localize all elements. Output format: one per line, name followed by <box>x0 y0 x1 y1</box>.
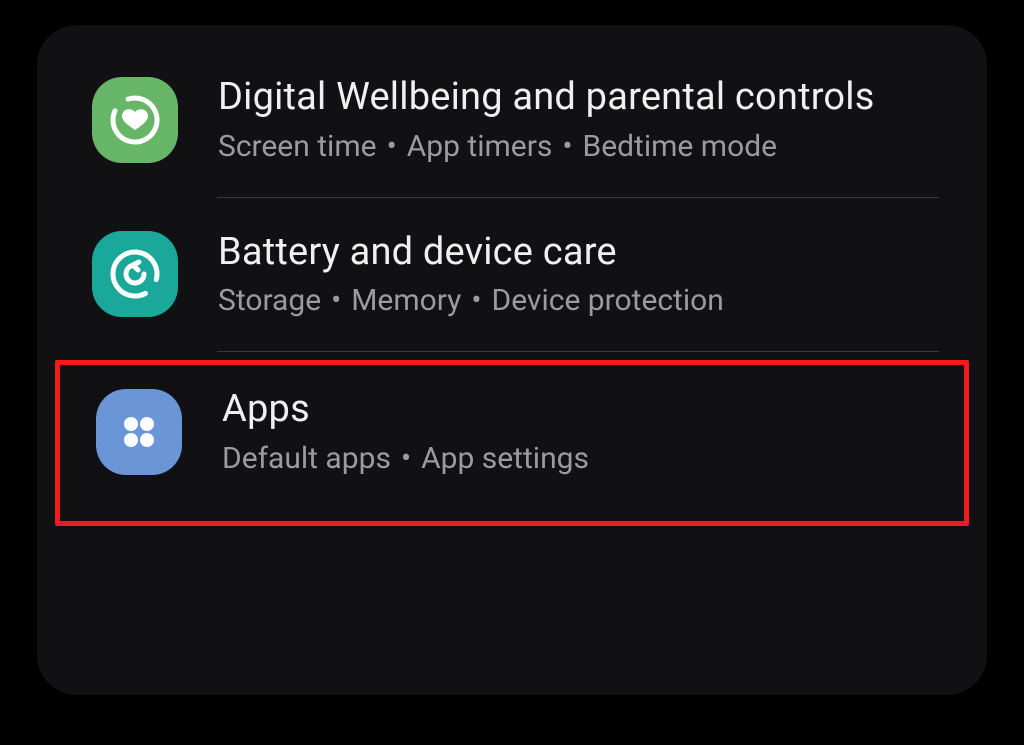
row-subtitle: Screen time•App timers•Bedtime mode <box>218 129 939 165</box>
settings-panel: Digital Wellbeing and parental controls … <box>37 25 987 695</box>
row-title: Digital Wellbeing and parental controls <box>218 75 939 121</box>
row-title: Battery and device care <box>218 230 939 276</box>
settings-item-device-care[interactable]: Battery and device care Storage•Memory•D… <box>37 200 987 350</box>
row-text: Digital Wellbeing and parental controls … <box>218 75 939 165</box>
row-subtitle: Storage•Memory•Device protection <box>218 283 939 319</box>
settings-item-wellbeing[interactable]: Digital Wellbeing and parental controls … <box>37 45 987 195</box>
divider <box>217 351 939 352</box>
row-text: Apps Default apps•App settings <box>222 387 934 477</box>
row-title: Apps <box>222 387 934 433</box>
row-subtitle: Default apps•App settings <box>222 441 934 477</box>
divider <box>217 197 939 198</box>
apps-icon <box>96 389 182 475</box>
wellbeing-icon <box>92 77 178 163</box>
device-care-icon <box>92 231 178 317</box>
highlight-box-apps: Apps Default apps•App settings <box>55 360 969 526</box>
row-text: Battery and device care Storage•Memory•D… <box>218 230 939 320</box>
settings-item-apps[interactable]: Apps Default apps•App settings <box>96 387 934 477</box>
